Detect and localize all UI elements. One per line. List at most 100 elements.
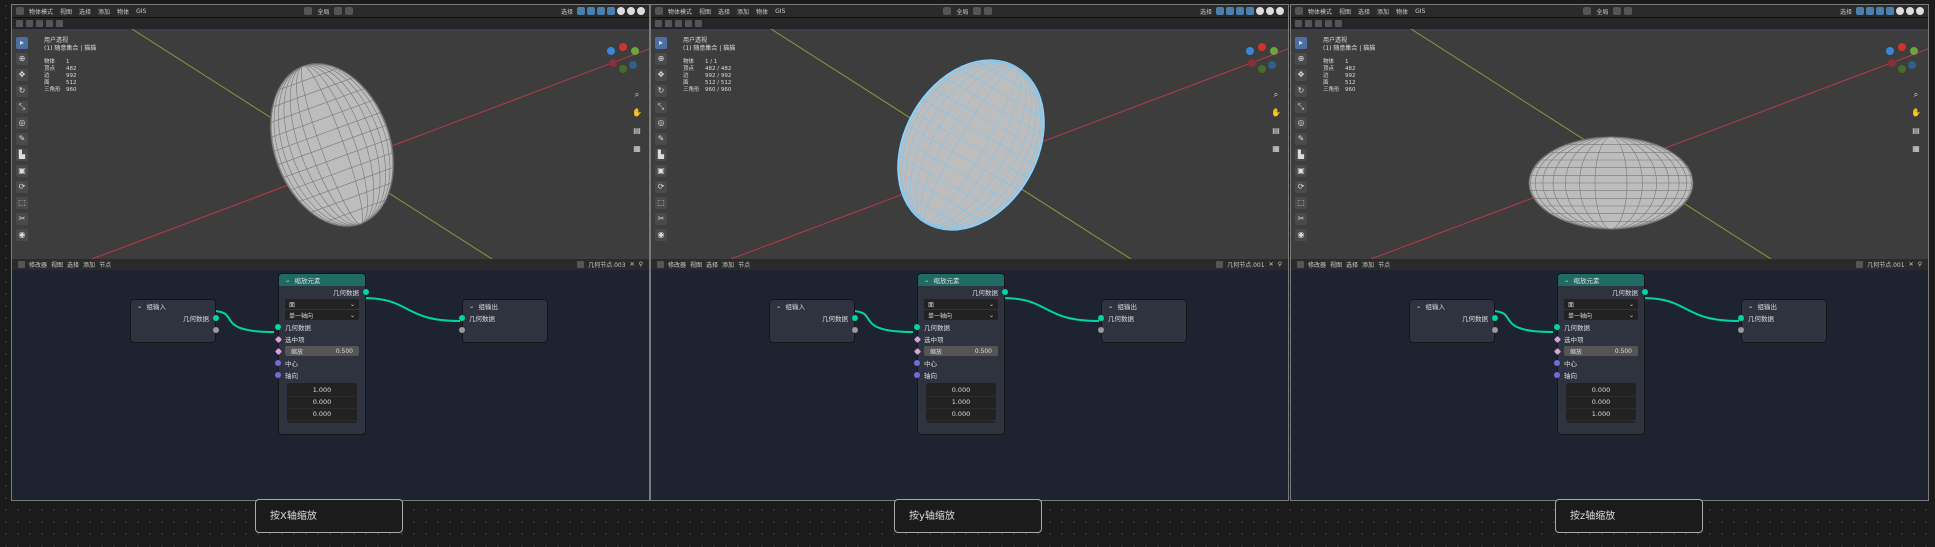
editor-type-dropdown[interactable]: 修改器 <box>668 260 686 269</box>
geometry-socket[interactable] <box>213 315 219 321</box>
select-mode-subtract-icon[interactable] <box>46 19 53 27</box>
menu-view[interactable]: 视图 <box>697 7 713 16</box>
selectability-dropdown[interactable]: 选择 <box>1198 7 1214 16</box>
camera-icon[interactable]: ▤ <box>631 125 643 137</box>
axis-y-field[interactable]: 0.000 <box>1566 397 1636 409</box>
menu-node[interactable]: 节点 <box>99 260 111 269</box>
select-mode-extend-icon[interactable] <box>1315 19 1322 27</box>
proportional-edit-icon[interactable] <box>984 7 993 15</box>
axis-z-field[interactable]: 0.000 <box>287 409 357 421</box>
pan-hand-icon[interactable]: ✋ <box>631 107 643 119</box>
gizmo-icon[interactable] <box>587 6 595 15</box>
editor-type-icon[interactable] <box>1295 7 1303 15</box>
axis-socket[interactable] <box>275 372 281 378</box>
menu-add[interactable]: 添加 <box>1362 260 1374 269</box>
menu-select[interactable]: 选择 <box>1356 7 1372 16</box>
scale-elements-node[interactable]: ⌄ 缩放元素 几何数据 面 ⌄ 单一轴向 ⌄ 几何数据 选中项 缩放 0.500… <box>1553 273 1648 435</box>
xray-icon[interactable] <box>1246 6 1254 15</box>
geometry-socket[interactable] <box>914 324 920 330</box>
gizmo-icon[interactable] <box>1226 6 1234 15</box>
empty-socket[interactable] <box>1098 327 1104 333</box>
menu-select[interactable]: 选择 <box>706 260 718 269</box>
editor-type-dropdown[interactable]: 修改器 <box>29 260 47 269</box>
transform-orientation-dropdown[interactable]: 全局 <box>1594 7 1610 16</box>
menu-select[interactable]: 选择 <box>77 7 93 16</box>
menu-view[interactable]: 视图 <box>58 7 74 16</box>
spin-tool-icon[interactable]: ⟳ <box>16 181 28 193</box>
menu-select[interactable]: 选择 <box>67 260 79 269</box>
selection-socket[interactable] <box>913 335 922 343</box>
menu-add[interactable]: 添加 <box>83 260 95 269</box>
scale-field[interactable]: 缩放 0.500 <box>1553 346 1638 356</box>
3d-viewport[interactable]: 用户透视 (1) 随意集合 | 猫猫 物体 1 顶点 482 边 992 面 512 三角形 96… <box>12 28 649 260</box>
group-input-node[interactable]: ⌄ 组输入 几何数据 <box>130 299 219 343</box>
node-editor-canvas[interactable]: 猫猫 › 几何节点 › 几何节点.001 ⌄ 组输入 几何数据 <box>651 270 1288 500</box>
extrude-tool-icon[interactable]: ⬚ <box>655 197 667 209</box>
axis-y-field[interactable]: 0.000 <box>287 397 357 409</box>
menu-object[interactable]: 物体 <box>1394 7 1410 16</box>
select-mode-subtract-icon[interactable] <box>685 19 692 27</box>
selectability-dropdown[interactable]: 选择 <box>1838 7 1854 16</box>
scale-mode-dropdown[interactable]: 单一轴向 ⌄ <box>924 310 998 320</box>
scale-tool-icon[interactable]: ⤡ <box>16 101 28 113</box>
origin-tool-icon[interactable]: ◉ <box>16 229 28 241</box>
pan-hand-icon[interactable]: ✋ <box>1270 107 1282 119</box>
editor-type-icon[interactable] <box>657 261 664 268</box>
shading-material-icon[interactable] <box>1906 6 1914 15</box>
editor-type-dropdown[interactable]: 修改器 <box>1308 260 1326 269</box>
snap-icon[interactable] <box>334 7 343 15</box>
knife-tool-icon[interactable]: ✂ <box>1295 213 1307 225</box>
center-socket[interactable] <box>914 360 920 366</box>
measure-tool-icon[interactable]: ▙ <box>655 149 667 161</box>
pin-icon[interactable]: ⚲ <box>639 261 643 268</box>
annotate-tool-icon[interactable]: ✎ <box>655 133 667 145</box>
perspective-grid-icon[interactable]: ▦ <box>631 143 643 155</box>
zoom-icon[interactable]: ⌕ <box>1910 89 1922 101</box>
3d-viewport[interactable]: 用户透视 (1) 随意集合 | 猫猫 物体 1 顶点 482 边 992 面 512 三角形 96… <box>1291 28 1928 260</box>
editor-type-icon[interactable] <box>655 7 663 15</box>
geometry-socket[interactable] <box>275 324 281 330</box>
transform-tool-icon[interactable]: ◎ <box>655 117 667 129</box>
visibility-icon[interactable] <box>577 6 585 15</box>
add-cube-icon[interactable]: ▣ <box>16 165 28 177</box>
collapse-arrow-icon[interactable]: ⌄ <box>285 276 290 284</box>
cursor-tool-icon[interactable]: ⊕ <box>1295 53 1307 65</box>
move-tool-icon[interactable]: ✥ <box>16 69 28 81</box>
origin-tool-icon[interactable]: ◉ <box>655 229 667 241</box>
proportional-edit-icon[interactable] <box>1624 7 1633 15</box>
menu-node[interactable]: 节点 <box>738 260 750 269</box>
node-editor-canvas[interactable]: 猫猫 › 几何节点 › 几何节点.003 ⌄ 组输入 几何数据 <box>12 270 649 500</box>
geometry-socket[interactable] <box>1492 315 1498 321</box>
empty-socket[interactable] <box>213 327 219 333</box>
select-mode-new-icon[interactable] <box>665 19 672 27</box>
scale-socket[interactable] <box>913 347 922 355</box>
move-tool-icon[interactable]: ✥ <box>655 69 667 81</box>
proportional-edit-icon[interactable] <box>345 7 354 15</box>
node-tree-icon[interactable] <box>1856 261 1864 268</box>
menu-select[interactable]: 选择 <box>716 7 732 16</box>
axis-x-field[interactable]: 0.000 <box>926 385 996 397</box>
perspective-grid-icon[interactable]: ▦ <box>1270 143 1282 155</box>
close-icon[interactable]: ✕ <box>1269 261 1274 268</box>
collapse-arrow-icon[interactable]: ⌄ <box>776 302 781 310</box>
pivot-icon[interactable] <box>943 7 952 15</box>
collapse-arrow-icon[interactable]: ⌄ <box>137 302 142 310</box>
group-input-node[interactable]: ⌄ 组输入 几何数据 <box>1409 299 1498 343</box>
annotate-tool-icon[interactable]: ✎ <box>1295 133 1307 145</box>
snap-icon[interactable] <box>973 7 982 15</box>
shading-rendered-icon[interactable] <box>637 6 645 15</box>
navigation-gizmo[interactable] <box>1242 39 1282 79</box>
select-tool-icon[interactable]: ▸ <box>1295 37 1307 49</box>
annotate-tool-icon[interactable]: ✎ <box>16 133 28 145</box>
zoom-icon[interactable]: ⌕ <box>1270 89 1282 101</box>
menu-object[interactable]: 物体 <box>754 7 770 16</box>
transform-tool-icon[interactable]: ◎ <box>16 117 28 129</box>
measure-tool-icon[interactable]: ▙ <box>16 149 28 161</box>
shading-rendered-icon[interactable] <box>1916 6 1924 15</box>
menu-gis[interactable]: GIS <box>773 8 787 15</box>
rotate-tool-icon[interactable]: ↻ <box>1295 85 1307 97</box>
menu-view[interactable]: 视图 <box>51 260 63 269</box>
pin-icon[interactable]: ⚲ <box>1918 261 1922 268</box>
collapse-arrow-icon[interactable]: ⌄ <box>1416 302 1421 310</box>
select-box-icon[interactable] <box>655 19 662 27</box>
